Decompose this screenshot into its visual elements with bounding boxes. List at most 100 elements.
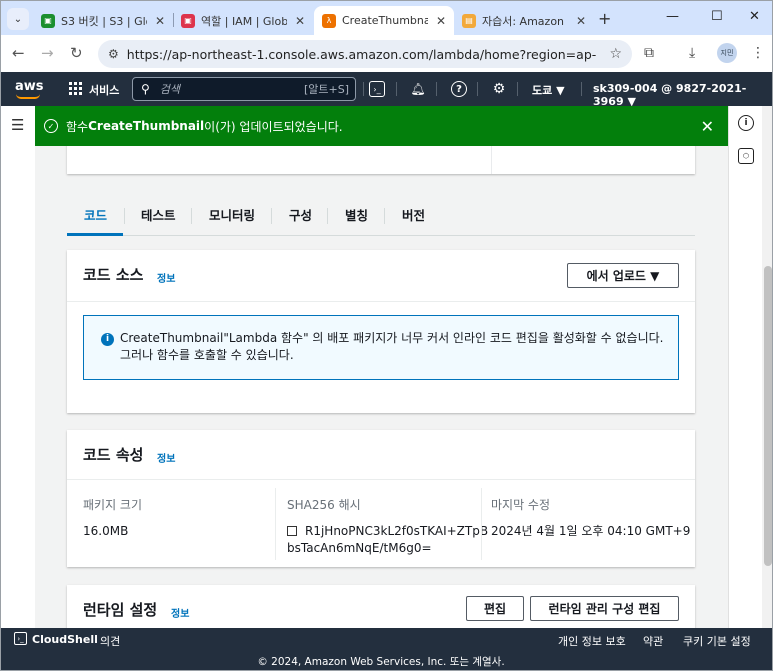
privacy-link[interactable]: 개인 정보 보호 bbox=[558, 633, 626, 649]
aws-footer: ›_ CloudShell 의견 개인 정보 보호 약관 쿠키 기본 설정 © … bbox=[1, 628, 772, 670]
info-alert: i CreateThumbnail"Lambda 함수" 의 배포 패키지가 너… bbox=[83, 315, 679, 380]
aws-logo-text: aws bbox=[15, 79, 44, 94]
sha256-value-line1: R1jHnoPNC3kL2f0sTKAI+ZTpB bbox=[305, 524, 489, 538]
cloudshell-link[interactable]: CloudShell bbox=[32, 633, 98, 646]
chevron-down-icon: ⌄ bbox=[13, 13, 23, 25]
search-shortcut: [알트+S] bbox=[303, 83, 349, 96]
tab-code[interactable]: 코드 bbox=[84, 205, 107, 224]
iam-favicon-icon: ▣ bbox=[181, 13, 195, 28]
bookmark-star-icon[interactable]: ☆ bbox=[609, 46, 622, 62]
guidance-hexagon-icon[interactable]: ⬡ bbox=[738, 148, 754, 164]
new-tab-button[interactable]: + bbox=[598, 9, 611, 28]
flash-suffix: 이(가) 업데이트되었습니다. bbox=[204, 119, 343, 134]
code-source-panel: 코드 소스 정보 에서 업로드 ▼ i CreateThumbnail"Lamb… bbox=[67, 250, 695, 413]
help-icon[interactable]: ? bbox=[451, 81, 467, 97]
settings-gear-icon[interactable]: ⚙ bbox=[491, 81, 507, 97]
browser-tab-iam[interactable]: ▣ 역할 | IAM | Globa ✕ bbox=[173, 6, 313, 35]
feedback-link[interactable]: 의견 bbox=[100, 633, 120, 649]
close-icon[interactable]: ✕ bbox=[295, 14, 305, 28]
maximize-icon[interactable]: ☐ bbox=[711, 9, 723, 24]
tab-monitoring[interactable]: 모니터링 bbox=[209, 205, 255, 224]
browser-tab-s3[interactable]: ▣ S3 버킷 | S3 | Glob ✕ bbox=[33, 6, 173, 35]
hamburger-menu-icon[interactable]: ☰ bbox=[11, 116, 24, 134]
tab-title: S3 버킷 | S3 | Glob bbox=[61, 14, 147, 28]
runtime-settings-title: 런타임 설정 bbox=[83, 601, 158, 619]
tab-title: 역할 | IAM | Globa bbox=[201, 14, 287, 28]
cloudshell-footer-icon[interactable]: ›_ bbox=[14, 632, 27, 645]
account-menu[interactable]: sk309-004 @ 9827-2021-3969 ▼ bbox=[593, 82, 772, 108]
code-source-info-link[interactable]: 정보 bbox=[157, 270, 175, 285]
region-selector[interactable]: 도쿄 ▼ bbox=[532, 82, 565, 98]
tab-search-button[interactable]: ⌄ bbox=[7, 8, 29, 30]
sha256-value-line2: bsTacAn6mNqE/tM6g0= bbox=[287, 541, 432, 555]
sha256-label: SHA256 해시 bbox=[287, 498, 361, 512]
lambda-favicon-icon: λ bbox=[322, 13, 336, 28]
services-menu[interactable]: 서비스 bbox=[89, 82, 119, 98]
scrollbar-thumb[interactable] bbox=[764, 266, 772, 566]
flash-close-icon[interactable]: ✕ bbox=[701, 117, 714, 136]
last-modified-value: 2024년 4월 1일 오후 04:10 GMT+9 bbox=[491, 524, 691, 538]
close-icon[interactable]: ✕ bbox=[576, 14, 586, 28]
services-grid-icon[interactable] bbox=[69, 82, 82, 95]
runtime-settings-panel: 런타임 설정 정보 편집 런타임 관리 구성 편집 bbox=[67, 585, 695, 628]
tab-title: 자습서: Amazon S3 bbox=[482, 14, 568, 28]
edit-button[interactable]: 편집 bbox=[466, 596, 524, 621]
edit-runtime-management-button[interactable]: 런타임 관리 구성 편집 bbox=[530, 596, 679, 621]
tab-test[interactable]: 테스트 bbox=[141, 205, 176, 224]
url-bar[interactable]: ⚙ https://ap-northeast-1.console.aws.ama… bbox=[98, 40, 632, 68]
scrollbar[interactable] bbox=[762, 106, 772, 628]
minimize-icon[interactable]: — bbox=[666, 9, 679, 24]
runtime-info-link[interactable]: 정보 bbox=[171, 605, 189, 620]
code-properties-info-link[interactable]: 정보 bbox=[157, 450, 175, 465]
back-icon[interactable]: ← bbox=[12, 44, 25, 62]
copy-icon[interactable] bbox=[287, 526, 297, 536]
download-icon[interactable]: ⤓ bbox=[689, 45, 695, 61]
code-source-title: 코드 소스 bbox=[83, 266, 144, 284]
tab-aliases[interactable]: 별칭 bbox=[345, 205, 368, 224]
close-window-icon[interactable]: ✕ bbox=[749, 9, 760, 24]
site-settings-icon[interactable]: ⚙ bbox=[108, 47, 119, 61]
terms-link[interactable]: 약관 bbox=[643, 633, 663, 649]
s3-favicon-icon: ▣ bbox=[41, 13, 55, 28]
search-input[interactable]: ⚲ 검색 [알트+S] bbox=[132, 77, 356, 101]
tab-strip: ⌄ ▣ S3 버킷 | S3 | Glob ✕ ▣ 역할 | IAM | Glo… bbox=[1, 1, 772, 35]
info-icon: i bbox=[101, 333, 114, 346]
notifications-bell-icon[interactable]: 🔔︎ bbox=[410, 81, 426, 97]
sha256-field: SHA256 해시 R1jHnoPNC3kL2f0sTKAI+ZTpB bsTa… bbox=[287, 496, 488, 557]
code-properties-panel: 코드 속성 정보 패키지 크기 16.0MB SHA256 해시 R1jHnoP… bbox=[67, 430, 695, 567]
extensions-icon[interactable]: ⧉ bbox=[644, 45, 654, 61]
tab-configuration[interactable]: 구성 bbox=[289, 205, 312, 224]
url-text: https://ap-northeast-1.console.aws.amazo… bbox=[126, 46, 597, 62]
package-size-value: 16.0MB bbox=[83, 524, 129, 538]
left-sidebar: ☰ bbox=[1, 106, 35, 628]
function-tabs: 코드 테스트 모니터링 구성 별칭 버전 bbox=[67, 196, 695, 236]
forward-icon[interactable]: → bbox=[41, 44, 54, 62]
tab-title: CreateThumbnail - L bbox=[342, 14, 428, 27]
cloudshell-icon[interactable]: ›_ bbox=[369, 81, 385, 97]
upload-from-button[interactable]: 에서 업로드 ▼ bbox=[567, 263, 679, 288]
aws-top-nav: aws 서비스 ⚲ 검색 [알트+S] ›_ 🔔︎ ? ⚙ 도쿄 ▼ sk309… bbox=[1, 72, 772, 108]
browser-tab-tutorial[interactable]: ▤ 자습서: Amazon S3 ✕ bbox=[454, 6, 594, 35]
profile-avatar[interactable]: 지민 bbox=[717, 43, 737, 63]
last-modified-label: 마지막 수정 bbox=[491, 498, 551, 512]
alert-text: CreateThumbnail"Lambda 함수" 의 배포 패키지가 너무 … bbox=[120, 331, 664, 362]
last-modified-field: 마지막 수정 2024년 4월 1일 오후 04:10 GMT+9 bbox=[491, 496, 690, 540]
close-icon[interactable]: ✕ bbox=[155, 14, 165, 28]
tab-versions[interactable]: 버전 bbox=[402, 205, 425, 224]
code-properties-title: 코드 속성 bbox=[83, 446, 144, 464]
close-icon[interactable]: ✕ bbox=[436, 14, 446, 28]
package-size-field: 패키지 크기 16.0MB bbox=[83, 496, 142, 540]
right-utility-bar: i ⬡ bbox=[728, 106, 762, 628]
browser-tab-lambda[interactable]: λ CreateThumbnail - L ✕ bbox=[314, 6, 454, 35]
docs-favicon-icon: ▤ bbox=[462, 13, 476, 28]
copyright-text: © 2024, Amazon Web Services, Inc. 또는 계열사… bbox=[257, 656, 505, 668]
reload-icon[interactable]: ↻ bbox=[70, 44, 83, 62]
package-size-label: 패키지 크기 bbox=[83, 498, 143, 512]
main-content: ✓ 함수 CreateThumbnail 이(가) 업데이트되었습니다. ✕ 코드… bbox=[35, 106, 728, 628]
cookie-preferences-link[interactable]: 쿠키 기본 설정 bbox=[683, 633, 751, 649]
aws-logo[interactable]: aws bbox=[15, 79, 44, 99]
success-flashbar: ✓ 함수 CreateThumbnail 이(가) 업데이트되었습니다. ✕ bbox=[35, 106, 728, 146]
flash-prefix: 함수 bbox=[66, 119, 89, 134]
info-panel-icon[interactable]: i bbox=[738, 115, 754, 131]
more-menu-icon[interactable]: ⋮ bbox=[751, 45, 765, 61]
